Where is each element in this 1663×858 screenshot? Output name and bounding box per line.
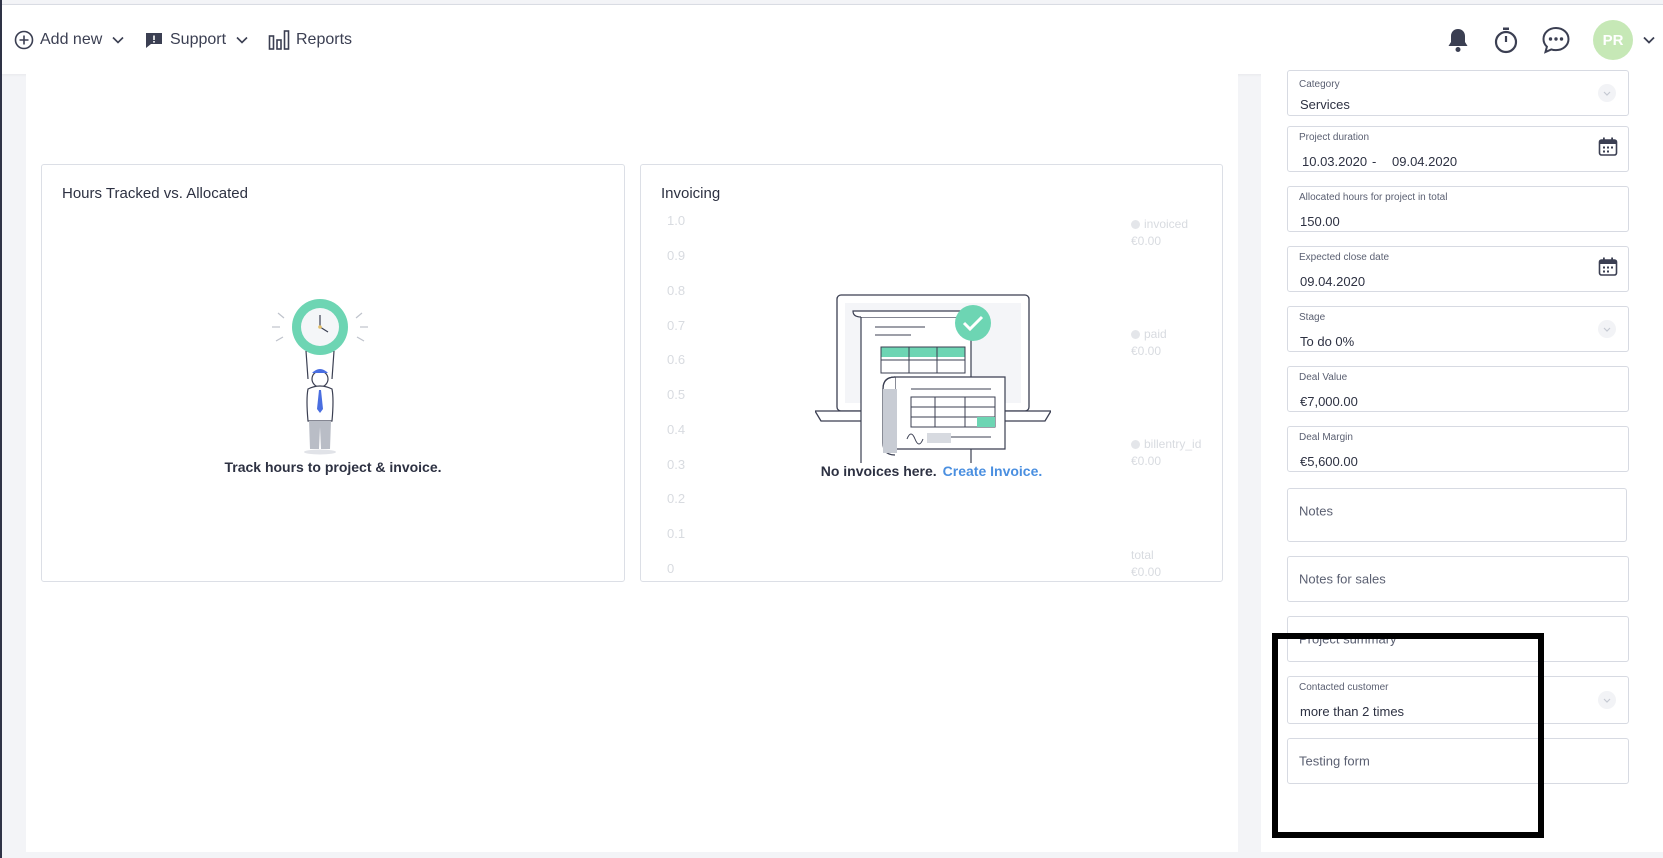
invoicing-empty-message: No invoices here. Create Invoice. (641, 463, 1222, 479)
field-placeholder: Notes (1299, 503, 1333, 519)
legend-name: invoiced (1144, 217, 1189, 231)
axis-tick: 0.2 (667, 491, 686, 506)
top-navigation-bar: Add new Support Reports PR (2, 4, 1663, 74)
chevron-down-icon (112, 36, 124, 44)
category-select[interactable]: Category Services (1287, 70, 1629, 116)
add-new-label: Add new (40, 30, 103, 48)
legend-dot (1131, 330, 1140, 339)
axis-tick: 0.1 (667, 526, 686, 541)
duration-end[interactable]: 09.04.2020 (1392, 154, 1457, 169)
field-value: 150.00 (1300, 214, 1340, 229)
axis-tick: 0.5 (667, 387, 686, 402)
invoice-laptop-illustration (813, 293, 1053, 468)
chat-icon[interactable] (1539, 26, 1573, 54)
project-summary-field[interactable]: Project summary (1287, 616, 1629, 662)
support-icon (144, 30, 164, 50)
reports-link[interactable]: Reports (268, 29, 352, 51)
project-duration-field[interactable]: Project duration 10.03.2020 - 09.04.2020 (1287, 126, 1629, 172)
stopwatch-icon[interactable] (1491, 26, 1521, 54)
axis-tick: 0.6 (667, 352, 686, 367)
axis-tick: 0.9 (667, 248, 686, 263)
field-value: 09.04.2020 (1300, 274, 1366, 289)
chevron-down-icon (236, 36, 248, 44)
legend-value: €0.00 (1131, 565, 1162, 579)
legend-name: billentry_id (1144, 437, 1202, 451)
chevron-down-icon[interactable] (1598, 84, 1616, 102)
legend-name: total (1131, 548, 1154, 562)
hours-tracked-card: Hours Tracked vs. Allocated Track hours … (41, 164, 625, 582)
axis-tick: 1.0 (667, 213, 686, 228)
notes-for-sales-field[interactable]: Notes for sales (1287, 556, 1629, 602)
axis-tick: 0.8 (667, 283, 686, 298)
create-invoice-link[interactable]: Create Invoice. (943, 463, 1043, 479)
field-label: Stage (1299, 312, 1326, 323)
invoicing-card: Invoicing 1.0 0.9 0.8 0.7 0.6 0.5 0.4 0.… (640, 164, 1223, 582)
legend-value: €0.00 (1131, 234, 1162, 248)
allocated-hours-field[interactable]: Allocated hours for project in total 150… (1287, 186, 1629, 232)
field-value: €7,000.00 (1300, 394, 1358, 409)
legend-entry: paid (1131, 327, 1167, 341)
project-overview-panel: Hours Tracked vs. Allocated Track hours … (26, 74, 1238, 852)
stage-select[interactable]: Stage To do 0% (1287, 306, 1629, 352)
axis-tick: 0.4 (667, 422, 686, 437)
calendar-icon[interactable] (1598, 257, 1618, 282)
legend-value: €0.00 (1131, 344, 1162, 358)
project-details-panel: Category Services Project duration 10.03… (1261, 70, 1663, 852)
legend-name: paid (1144, 327, 1167, 341)
card-title: Invoicing (661, 185, 721, 202)
card-title: Hours Tracked vs. Allocated (62, 185, 248, 202)
legend-dot (1131, 440, 1140, 449)
field-placeholder: Project summary (1299, 631, 1397, 647)
contacted-customer-select[interactable]: Contacted customer more than 2 times (1287, 676, 1629, 724)
legend-entry: invoiced (1131, 217, 1188, 231)
chevron-down-icon[interactable] (1637, 36, 1661, 44)
deal-value-field[interactable]: Deal Value €7,000.00 (1287, 366, 1629, 412)
field-value: more than 2 times (1300, 704, 1405, 719)
axis-tick: 0 (667, 561, 675, 576)
field-label: Allocated hours for project in total (1299, 192, 1448, 203)
field-label: Project duration (1299, 132, 1370, 143)
window-left-edge (0, 0, 2, 858)
field-placeholder: Testing form (1299, 753, 1370, 769)
chevron-down-icon[interactable] (1598, 691, 1616, 709)
field-label: Deal Margin (1299, 432, 1353, 443)
field-label: Category (1299, 79, 1340, 90)
legend-dot (1131, 220, 1140, 229)
reports-icon (268, 29, 290, 51)
duration-start[interactable]: 10.03.2020 (1302, 154, 1367, 169)
deal-margin-field[interactable]: Deal Margin €5,600.00 (1287, 426, 1629, 472)
no-invoices-text: No invoices here. (820, 463, 937, 479)
add-new-menu[interactable]: Add new (14, 30, 124, 50)
reports-label: Reports (296, 30, 353, 48)
field-label: Expected close date (1299, 252, 1390, 263)
notes-field[interactable]: Notes (1287, 488, 1627, 542)
field-value: To do 0% (1300, 334, 1355, 349)
support-label: Support (170, 30, 227, 48)
field-placeholder: Notes for sales (1299, 571, 1386, 587)
bell-icon[interactable] (1443, 27, 1473, 53)
legend-entry: billentry_id (1131, 437, 1201, 451)
hours-empty-message: Track hours to project & invoice. (224, 459, 442, 475)
field-value: Services (1300, 97, 1350, 112)
axis-tick: 0.7 (667, 318, 686, 333)
field-value: €5,600.00 (1300, 454, 1358, 469)
expected-close-date-field[interactable]: Expected close date 09.04.2020 (1287, 246, 1629, 292)
duration-separator: - (1372, 154, 1377, 169)
field-label: Deal Value (1299, 372, 1348, 383)
field-label: Contacted customer (1299, 682, 1389, 693)
avatar[interactable]: PR (1593, 20, 1633, 60)
support-menu[interactable]: Support (144, 30, 248, 50)
chevron-down-icon[interactable] (1598, 320, 1616, 338)
clock-person-illustration (270, 299, 370, 462)
calendar-icon[interactable] (1598, 137, 1618, 162)
testing-form-field[interactable]: Testing form (1287, 738, 1629, 784)
topbar-right-actions: PR (1443, 5, 1663, 75)
plus-circle-icon (14, 30, 34, 50)
